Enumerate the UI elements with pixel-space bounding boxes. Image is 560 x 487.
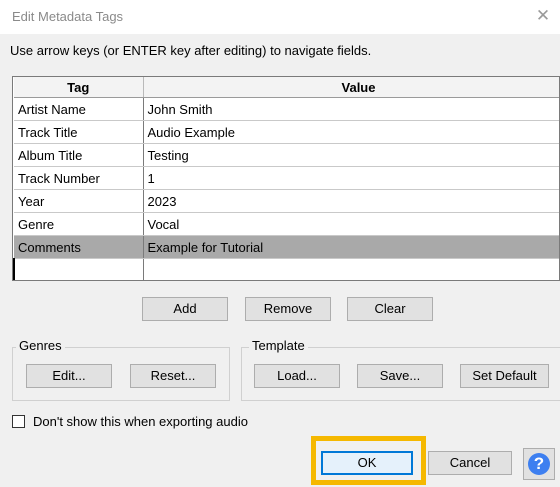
help-button[interactable]: ? — [523, 448, 555, 480]
table-row-empty[interactable] — [13, 258, 559, 280]
window-title: Edit Metadata Tags — [12, 9, 124, 24]
table-row-selected[interactable]: Comments Example for Tutorial — [14, 235, 559, 259]
dont-show-checkbox[interactable] — [12, 415, 25, 428]
tag-cell[interactable]: Track Number — [14, 166, 144, 190]
column-header-value: Value — [143, 77, 559, 98]
template-group-label: Template — [249, 338, 308, 353]
dont-show-checkbox-label[interactable]: Don't show this when exporting audio — [33, 414, 248, 429]
value-cell[interactable]: 1 — [143, 166, 559, 190]
table-row[interactable]: Album Title Testing — [14, 143, 559, 167]
tag-cell[interactable]: Year — [14, 189, 144, 213]
table-row[interactable]: Year 2023 — [14, 189, 559, 213]
set-default-button[interactable]: Set Default — [460, 364, 549, 388]
table-row[interactable]: Track Number 1 — [14, 166, 559, 190]
value-cell[interactable]: Vocal — [143, 212, 559, 236]
load-template-button[interactable]: Load... — [254, 364, 340, 388]
metadata-table: Tag Value Artist Name John Smith Track T… — [13, 77, 559, 280]
tag-cell[interactable]: Album Title — [14, 143, 144, 167]
genres-group-label: Genres — [16, 338, 65, 353]
tag-cell[interactable]: Comments — [14, 235, 144, 259]
title-bar: Edit Metadata Tags ✕ — [0, 0, 560, 34]
table-row[interactable]: Artist Name John Smith — [14, 97, 559, 121]
edit-genres-button[interactable]: Edit... — [26, 364, 112, 388]
reset-genres-button[interactable]: Reset... — [130, 364, 216, 388]
cancel-button[interactable]: Cancel — [428, 451, 512, 475]
value-cell[interactable]: 2023 — [143, 189, 559, 213]
tag-cell[interactable]: Genre — [14, 212, 144, 236]
tag-cell[interactable]: Artist Name — [14, 97, 144, 121]
metadata-grid[interactable]: Tag Value Artist Name John Smith Track T… — [12, 76, 560, 281]
ok-button[interactable]: OK — [321, 451, 413, 475]
value-cell[interactable] — [143, 258, 559, 280]
close-icon[interactable]: ✕ — [532, 5, 554, 27]
column-header-tag: Tag — [14, 77, 144, 98]
table-row[interactable]: Genre Vocal — [14, 212, 559, 236]
tag-cell[interactable]: Track Title — [14, 120, 144, 144]
value-cell[interactable]: Example for Tutorial — [143, 235, 559, 259]
value-cell[interactable]: Audio Example — [143, 120, 559, 144]
clear-button[interactable]: Clear — [347, 297, 433, 321]
instruction-text: Use arrow keys (or ENTER key after editi… — [10, 43, 372, 58]
help-icon: ? — [528, 453, 550, 475]
value-cell[interactable]: John Smith — [143, 97, 559, 121]
table-row[interactable]: Track Title Audio Example — [14, 120, 559, 144]
remove-button[interactable]: Remove — [245, 297, 331, 321]
table-header-row: Tag Value — [14, 77, 559, 98]
save-template-button[interactable]: Save... — [357, 364, 443, 388]
add-button[interactable]: Add — [142, 297, 228, 321]
tag-cell[interactable] — [13, 258, 144, 280]
value-cell[interactable]: Testing — [143, 143, 559, 167]
